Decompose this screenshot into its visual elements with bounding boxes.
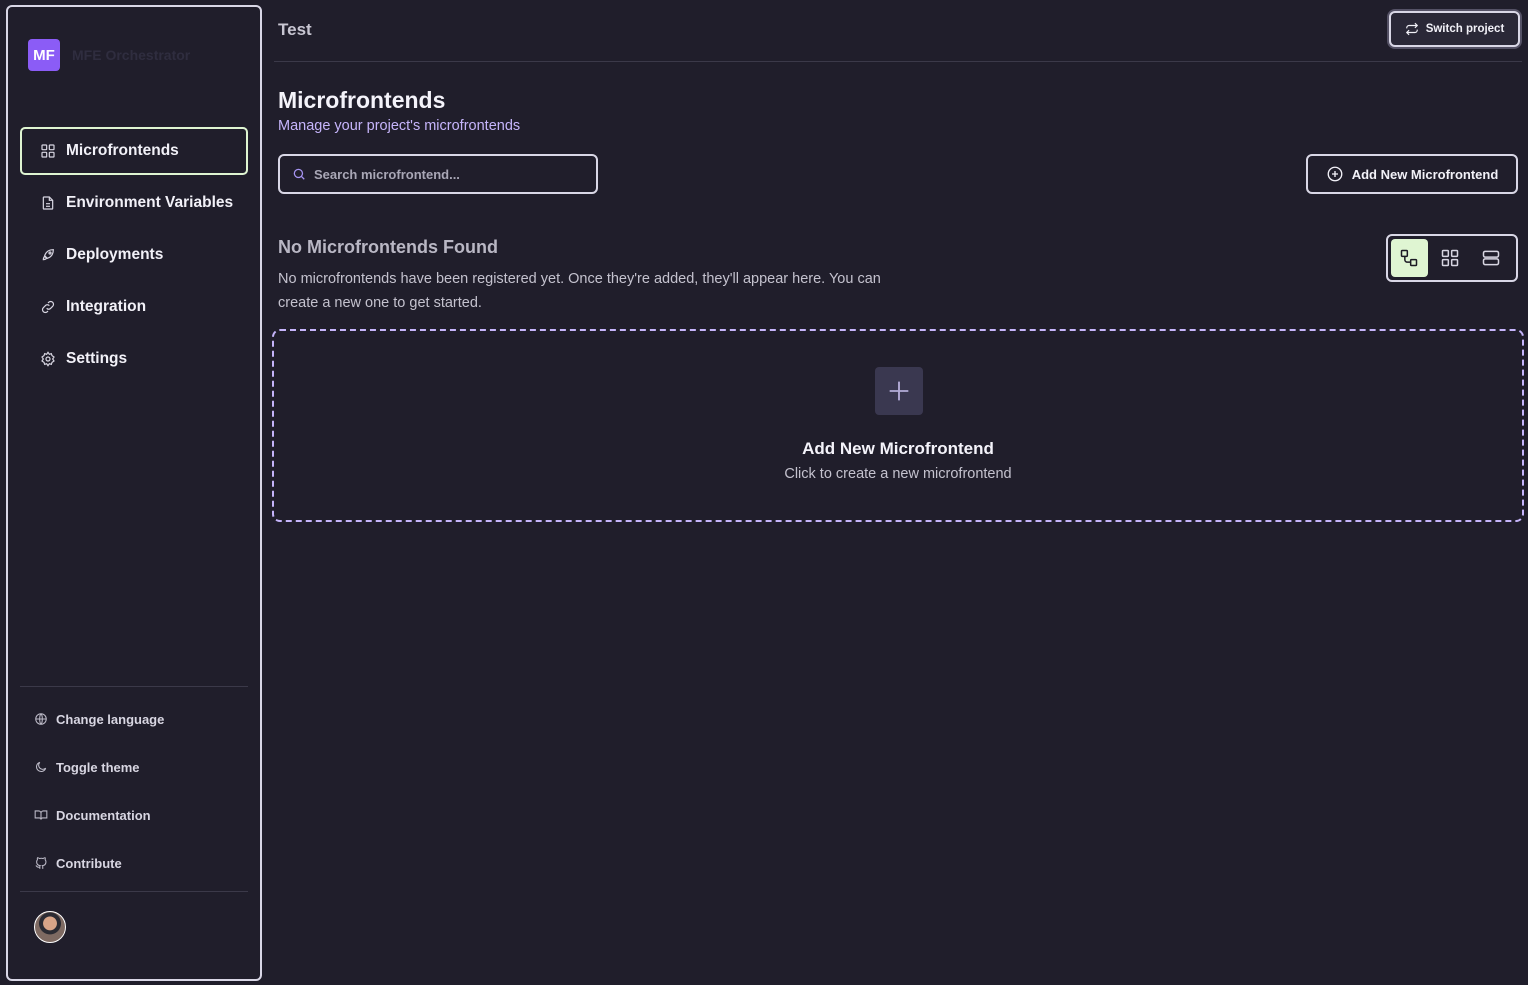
sidebar-divider [20,686,248,687]
sidebar-item-label: Settings [66,350,128,367]
flow-view-icon [1399,248,1419,268]
brand-logo: MF [28,39,60,71]
project-name: Test [278,20,312,39]
grid-view-button[interactable] [1432,239,1469,277]
util-label: Change language [56,711,165,727]
dropzone-subtitle: Click to create a new microfrontend [784,466,1012,482]
dropzone-title: Add New Microfrontend [802,439,994,458]
sidebar-item-label: Integration [66,298,147,315]
add-microfrontend-button[interactable]: Add New Microfrontend [1306,154,1518,194]
add-microfrontend-label: Add New Microfrontend [1351,166,1499,182]
sidebar-item-label: Deployments [66,246,164,263]
link-icon [40,299,56,315]
change-language-button[interactable]: Change language [20,695,248,743]
grid-view-icon [1440,248,1460,268]
switch-project-label: Switch project [1425,23,1505,35]
sidebar-item-label: Environment Variables [66,194,234,211]
plus-icon [885,377,913,405]
toggle-theme-button[interactable]: Toggle theme [20,743,248,791]
sidebar-divider [20,891,248,892]
sidebar-item-deployments[interactable]: Deployments [20,231,248,279]
view-toggle [1386,234,1518,282]
globe-icon [34,712,48,726]
sidebar-item-microfrontends[interactable]: Microfrontends [20,127,248,175]
book-icon [34,808,48,822]
add-microfrontend-dropzone[interactable]: Add New Microfrontend Click to create a … [272,329,1524,522]
sidebar-item-integration[interactable]: Integration [20,283,248,331]
add-tile [875,367,923,415]
brand-name: MFE Orchestrator [72,47,191,63]
util-label: Toggle theme [56,759,140,775]
avatar[interactable] [34,911,66,943]
git-icon [34,856,48,870]
flow-view-button[interactable] [1391,239,1428,277]
page-title: Microfrontends [278,87,446,113]
plus-circle-icon [1326,165,1344,183]
list-view-button[interactable] [1472,239,1509,277]
documentation-link[interactable]: Documentation [20,791,248,839]
sidebar: MF MFE Orchestrator Microfrontends Envir… [6,5,262,981]
switch-project-button[interactable]: Switch project [1389,11,1520,47]
empty-state-description: No microfrontends have been registered y… [278,271,881,311]
contribute-link[interactable]: Contribute [20,839,248,887]
header-divider [274,61,1522,62]
list-view-icon [1481,248,1501,268]
file-text-icon [40,195,56,211]
sidebar-nav: Microfrontends Environment Variables Dep… [20,127,248,387]
search-box [278,154,598,194]
rocket-icon [40,247,56,263]
empty-state-title: No Microfrontends Found [278,237,498,257]
sidebar-item-environment-variables[interactable]: Environment Variables [20,179,248,227]
brand[interactable]: MF MFE Orchestrator [28,39,190,71]
grid-icon [40,143,56,159]
sidebar-item-settings[interactable]: Settings [20,335,248,383]
switch-arrows-icon [1405,22,1419,36]
search-input[interactable] [314,166,584,182]
util-label: Contribute [56,855,122,871]
search-icon [292,167,306,181]
util-label: Documentation [56,807,151,823]
page-subtitle: Manage your project's microfrontends [278,118,521,134]
sidebar-item-label: Microfrontends [66,142,179,159]
sidebar-utilities: Change language Toggle theme Documentati… [20,695,248,887]
gear-icon [40,351,56,367]
moon-icon [34,760,48,774]
